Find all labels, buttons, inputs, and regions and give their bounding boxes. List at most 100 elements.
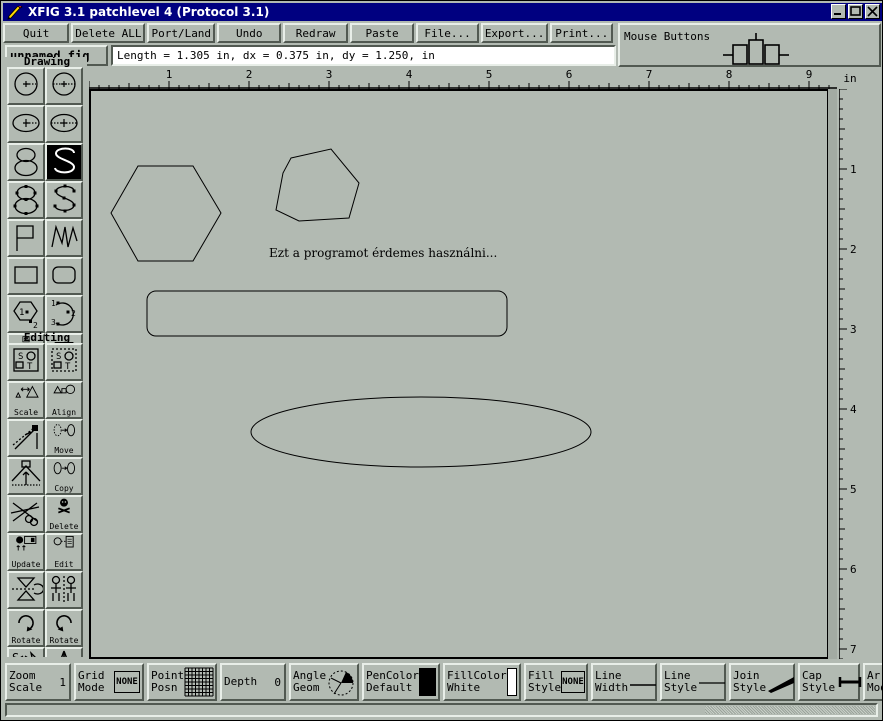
svg-text:3: 3: [850, 323, 857, 336]
update-icon[interactable]: Update: [7, 533, 45, 571]
add-point-icon[interactable]: [7, 457, 45, 495]
indicator-zoom-scale[interactable]: ZoomScale1: [5, 663, 71, 701]
rotate-counterclockwise-icon[interactable]: Rotate: [45, 609, 83, 647]
circle-by-radius-icon[interactable]: [7, 67, 45, 105]
indicator-label: PointPosn: [151, 670, 184, 694]
mouse-buttons-icon: [723, 33, 793, 65]
ellipse-by-diameter-icon[interactable]: [45, 105, 83, 143]
svg-text:S: S: [18, 352, 23, 362]
cmd-button-export[interactable]: Export...: [481, 23, 549, 43]
cmd-button-undo[interactable]: Undo: [217, 23, 281, 43]
indicator-label: FillStyle: [528, 670, 561, 694]
delete-point-icon[interactable]: [7, 495, 45, 533]
svg-text:2: 2: [71, 309, 76, 318]
polygon-icon[interactable]: [7, 219, 45, 257]
regular-polygon-icon[interactable]: 12: [7, 295, 45, 333]
drawing-canvas[interactable]: Ezt a programot érdemes használni...: [89, 89, 837, 659]
glue-objects-icon[interactable]: ST: [7, 343, 45, 381]
indicator-value: 1: [59, 676, 66, 689]
move-point-icon[interactable]: [7, 419, 45, 457]
indicator-join-style[interactable]: JoinStyle: [729, 663, 795, 701]
canvas-text[interactable]: Ezt a programot érdemes használni...: [269, 246, 497, 260]
indicator-grid-mode[interactable]: GridModeNONE: [74, 663, 144, 701]
svg-text:6: 6: [850, 563, 857, 576]
indicator-line-width[interactable]: LineWidth: [591, 663, 657, 701]
rounded-rectangle[interactable]: [147, 291, 507, 336]
svg-text:1: 1: [850, 163, 857, 176]
cmd-button-file[interactable]: File...: [416, 23, 479, 43]
scale-icon[interactable]: Scale: [7, 381, 45, 419]
cmd-button-label: Paste: [365, 27, 398, 40]
ellipse-by-radius-icon[interactable]: [7, 105, 45, 143]
indicator-pen-color[interactable]: PenColorDefault: [362, 663, 440, 701]
line-width-glyph: [628, 667, 658, 697]
delete-object-icon[interactable]: Delete: [45, 495, 83, 533]
indicator-cap-style[interactable]: CapStyle: [798, 663, 860, 701]
horizontal-ruler: 123456789: [89, 67, 837, 89]
status-scrollbar[interactable]: [5, 703, 878, 717]
rounded-box-icon[interactable]: [45, 257, 83, 295]
wide-ellipse[interactable]: [251, 397, 591, 467]
cmd-button-port-land[interactable]: Port/Land: [147, 23, 215, 43]
cmd-button-paste[interactable]: Paste: [350, 23, 414, 43]
move-object-icon[interactable]: Move: [45, 419, 83, 457]
message-panel: Length = 1.305 in, dx = 0.375 in, dy = 1…: [111, 45, 616, 66]
canvas-shapes[interactable]: Ezt a programot érdemes használni...: [91, 91, 835, 657]
cmd-button-label: Undo: [236, 27, 263, 40]
flip-horizontal-icon[interactable]: [45, 571, 83, 609]
title-bar: XFIG 3.1 patchlevel 4 (Protocol 3.1): [3, 3, 882, 21]
cmd-button-print[interactable]: Print...: [550, 23, 613, 43]
cmd-button-label: Quit: [23, 27, 50, 40]
cmd-button-label: Redraw: [296, 27, 336, 40]
indicator-angle-geom[interactable]: AngleGeom: [289, 663, 359, 701]
indicator-fill-color[interactable]: FillColorWhite: [443, 663, 521, 701]
closed-spline-icon[interactable]: [7, 143, 45, 181]
color-swatch[interactable]: [507, 668, 517, 696]
cmd-button-label: File...: [424, 27, 470, 40]
break-compound-icon[interactable]: ST: [45, 343, 83, 381]
open-interpolated-spline-icon[interactable]: [45, 181, 83, 219]
convert-object-icon[interactable]: S: [7, 647, 45, 657]
arc-icon[interactable]: 123: [45, 295, 83, 333]
svg-text:9: 9: [806, 68, 813, 81]
svg-text:1: 1: [166, 68, 173, 81]
polyline-icon[interactable]: [45, 219, 83, 257]
flip-vertical-icon[interactable]: [7, 571, 45, 609]
indicator-fill-style[interactable]: FillStyleNONE: [524, 663, 588, 701]
scrollbar-thumb[interactable]: [705, 706, 875, 714]
none-box[interactable]: NONE: [561, 671, 585, 693]
closed-interpolated-spline-icon[interactable]: [7, 181, 45, 219]
cmd-button-label: Export...: [485, 27, 545, 40]
open-spline-icon[interactable]: [45, 143, 83, 181]
align-icon[interactable]: Align: [45, 381, 83, 419]
rotate-clockwise-icon[interactable]: Rotate: [7, 609, 45, 647]
color-swatch[interactable]: [419, 668, 436, 696]
copy-object-icon[interactable]: Copy: [45, 457, 83, 495]
tool-label: Copy: [47, 485, 81, 493]
large-hexagon[interactable]: [111, 166, 221, 261]
angle-geom-glyph: [326, 667, 356, 697]
cmd-button-quit[interactable]: Quit: [3, 23, 69, 43]
window-controls: [831, 4, 880, 19]
edit-icon[interactable]: Edit: [45, 533, 83, 571]
none-box[interactable]: NONE: [114, 671, 140, 693]
cmd-button-delete-all[interactable]: Delete ALL: [71, 23, 145, 43]
tool-label: Edit: [47, 561, 81, 569]
line-style-glyph: [697, 667, 727, 697]
indicator-depth[interactable]: Depth0: [220, 663, 286, 701]
maximize-button[interactable]: [848, 4, 863, 19]
box-icon[interactable]: [7, 257, 45, 295]
tool-label: Move: [47, 447, 81, 455]
indicator-line-style[interactable]: LineStyle: [660, 663, 726, 701]
cmd-button-label: Port/Land: [151, 27, 211, 40]
cmd-button-redraw[interactable]: Redraw: [283, 23, 347, 43]
indicator-label: LineStyle: [664, 670, 697, 694]
indicator-point-posn[interactable]: PointPosn: [147, 663, 217, 701]
circle-by-diameter-icon[interactable]: [45, 67, 83, 105]
tool-palette: Drawing 12123PictureObjectT Editing STST…: [3, 57, 87, 657]
small-hexagon[interactable]: [276, 149, 359, 221]
add-arrowhead-icon[interactable]: [45, 647, 83, 657]
minimize-button[interactable]: [831, 4, 846, 19]
indicator-arrow-mode[interactable]: ArrowMode: [863, 663, 883, 701]
close-button[interactable]: [865, 4, 880, 19]
